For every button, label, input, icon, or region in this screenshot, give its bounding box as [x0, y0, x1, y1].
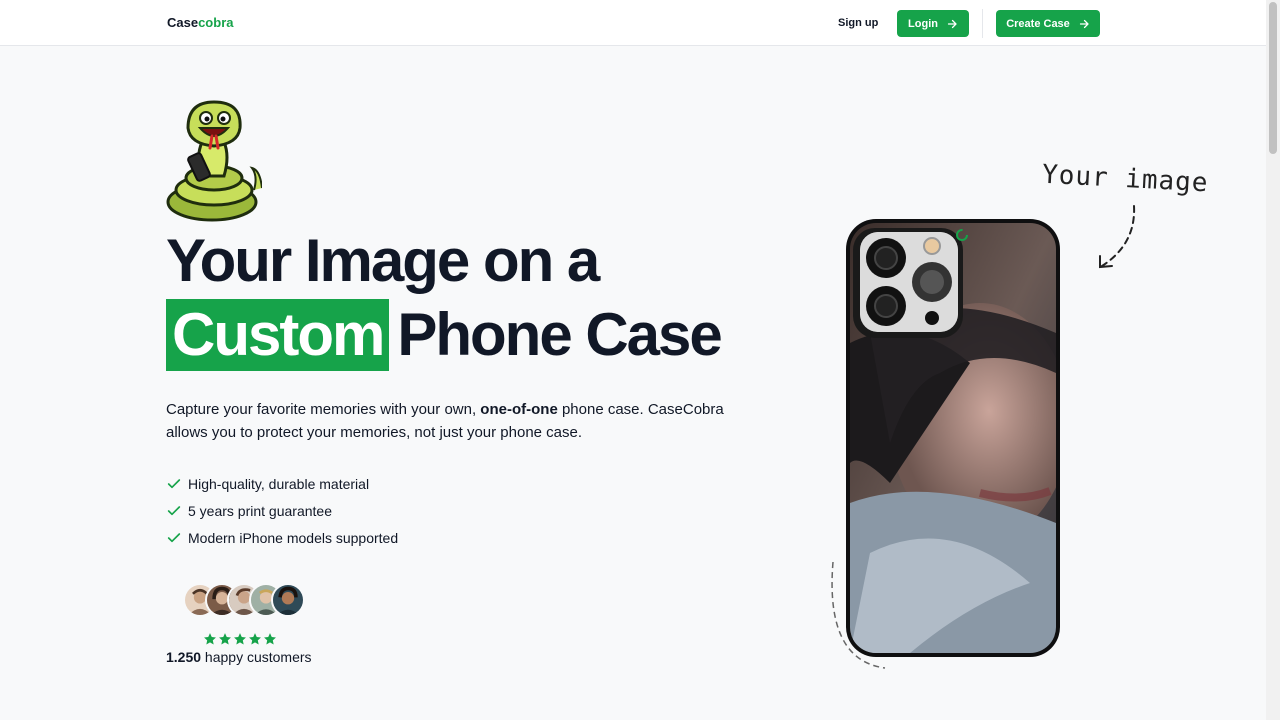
phone-camera-icon — [860, 232, 958, 332]
customers-count: 1.250 — [166, 649, 202, 665]
feature-item: 5 years print guarantee — [166, 497, 398, 524]
feature-item: Modern iPhone models supported — [166, 524, 398, 551]
feature-item-label: Modern iPhone models supported — [188, 529, 399, 546]
page-scrollbar[interactable] — [1266, 0, 1280, 720]
feature-list: High-quality, durable material 5 years p… — [166, 470, 398, 551]
rating-stars — [203, 632, 277, 646]
feature-item-label: High-quality, durable material — [188, 475, 370, 492]
star-icon — [264, 633, 276, 645]
signup-link[interactable]: Sign up — [838, 17, 878, 29]
hero-title-rest: Phone Case — [397, 301, 722, 368]
login-button-label: Login — [908, 17, 938, 30]
arrow-right-icon — [1079, 19, 1089, 28]
create-case-button[interactable]: Create Case — [996, 10, 1100, 37]
check-icon — [167, 505, 181, 515]
navbar: Casecobra Sign up Login Create Case — [0, 0, 1266, 46]
your-image-annotation: Your image — [1041, 159, 1210, 199]
brand-logo[interactable]: Casecobra — [167, 15, 233, 30]
brand-logo-part2: cobra — [198, 15, 234, 30]
hero-description-part1: Capture your favorite memories with your… — [166, 401, 481, 418]
hero-description-bold: one-of-one — [480, 401, 558, 418]
customers-count-text: 1.250 happy customers — [166, 649, 312, 665]
snake-mascot-icon — [166, 100, 262, 222]
hero-title-line1: Your Image on a — [166, 227, 600, 294]
scrollbar-thumb[interactable] — [1269, 2, 1277, 154]
hero-description: Capture your favorite memories with your… — [166, 398, 726, 444]
star-icon — [219, 633, 231, 645]
check-icon — [167, 478, 181, 488]
hero-title-highlight: Custom — [166, 299, 390, 371]
loading-spinner-icon — [956, 229, 968, 241]
hero-title-line2: Custom Phone Case — [166, 298, 786, 372]
nav-divider — [982, 9, 983, 38]
star-icon — [249, 633, 261, 645]
customer-avatars — [183, 583, 305, 617]
star-icon — [204, 633, 216, 645]
check-icon — [167, 532, 181, 542]
feature-item-label: 5 years print guarantee — [188, 502, 332, 519]
login-button[interactable]: Login — [897, 10, 969, 37]
star-icon — [234, 633, 246, 645]
avatar — [271, 583, 305, 617]
dashed-arrow-icon — [1099, 205, 1136, 269]
brand-logo-part1: Case — [167, 15, 199, 30]
arrow-right-icon — [947, 19, 957, 28]
customers-label: happy customers — [201, 649, 312, 665]
create-case-button-label: Create Case — [1006, 17, 1070, 30]
feature-item: High-quality, durable material — [166, 470, 398, 497]
hero-title: Your Image on a Custom Phone Case — [166, 224, 786, 372]
